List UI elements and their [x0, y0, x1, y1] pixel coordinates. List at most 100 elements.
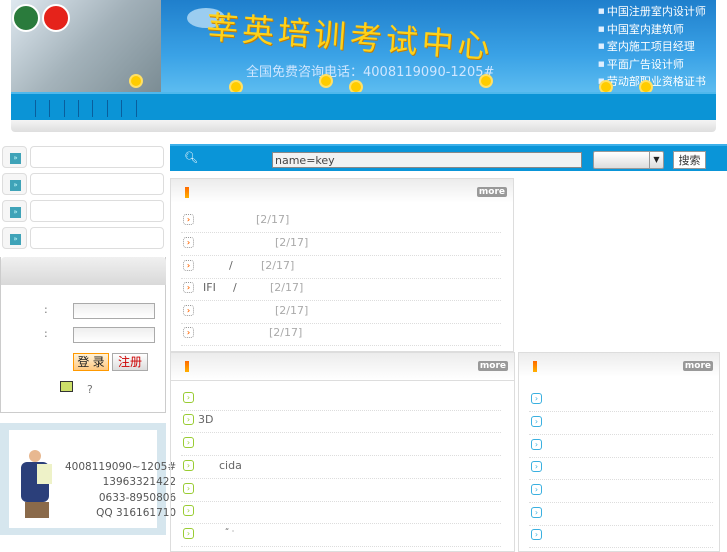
more-link[interactable]: more: [477, 361, 508, 371]
hotline: 全国免费咨询电话：4008119090-1205#: [246, 65, 495, 80]
password-input[interactable]: [73, 327, 155, 343]
arrow-icon: »: [10, 207, 21, 218]
flower-icon: [131, 76, 141, 86]
nav-bar: [11, 92, 716, 120]
forgot-password-link[interactable]: ?: [87, 383, 93, 396]
list-item[interactable]: › [2/17]: [181, 210, 501, 233]
list-item[interactable]: › IFI / [2/17]: [181, 278, 501, 301]
username-input[interactable]: [73, 303, 155, 319]
arrow-icon: ›: [531, 484, 542, 495]
middle-panel: more › › 3D › › cida › › › “ ·: [170, 352, 515, 552]
list-item[interactable]: › “ ·: [181, 524, 501, 547]
password-label: :: [44, 327, 48, 340]
businessman-image: [19, 450, 54, 520]
search-category-select[interactable]: ▼: [593, 151, 664, 169]
right-panel: more › › › › › › ›: [518, 352, 720, 552]
flower-icon: [321, 76, 331, 86]
contact-mobile: 13963321422: [102, 476, 177, 489]
arrow-icon: ›: [183, 282, 194, 293]
flower-icon: [481, 76, 491, 86]
arrow-icon: ›: [531, 461, 542, 472]
arrow-icon: ›: [183, 327, 194, 338]
envelope-icon[interactable]: [60, 381, 73, 392]
arrow-icon: ›: [531, 529, 542, 540]
arrow-icon: ›: [183, 260, 194, 271]
course-item[interactable]: 劳动部职业资格证书: [598, 73, 706, 91]
list-item[interactable]: › [2/17]: [181, 301, 501, 324]
list-item[interactable]: ›: [181, 501, 501, 524]
header-banner: 莘英培训考试中心 全国免费咨询电话：4008119090-1205# 中国注册室…: [11, 0, 716, 92]
contact-qq: QQ 316161710: [96, 506, 177, 519]
username-label: :: [44, 303, 48, 316]
flower-icon: [351, 82, 361, 92]
nav-separator: [107, 100, 108, 117]
list-item[interactable]: › [2/17]: [181, 233, 501, 256]
arrow-icon: »: [10, 180, 21, 191]
arrow-icon: ›: [183, 214, 194, 225]
arrow-icon: ›: [183, 414, 194, 425]
course-item[interactable]: 中国注册室内设计师: [598, 3, 706, 21]
register-button[interactable]: 注册: [112, 353, 148, 371]
news-panel: more › [2/17] › [2/17] › / [2/17] › IFI / [2/17…: [170, 178, 514, 352]
search-input[interactable]: [272, 152, 582, 168]
title-bar-icon: [185, 361, 189, 372]
arrow-icon: ›: [183, 305, 194, 316]
arrow-icon: ›: [183, 460, 194, 471]
course-item[interactable]: 中国室内建筑师: [598, 21, 706, 39]
chevron-down-icon: ▼: [649, 152, 663, 168]
nav-separator: [35, 100, 36, 117]
nav-separator: [136, 100, 137, 117]
arrow-icon: ›: [183, 505, 194, 516]
list-item[interactable]: ›: [529, 412, 713, 435]
arrow-icon: ›: [183, 392, 194, 403]
course-item[interactable]: 室内施工项目经理: [598, 38, 706, 56]
arrow-icon: ›: [183, 483, 194, 494]
course-list: 中国注册室内设计师 中国室内建筑师 室内施工项目经理 平面广告设计师 劳动部职业…: [598, 3, 706, 91]
contact-tel: 0633-8950806: [98, 491, 177, 504]
arrow-icon: ›: [531, 507, 542, 518]
list-item[interactable]: › [2/17]: [181, 323, 501, 346]
flower-icon: [601, 82, 611, 92]
course-item[interactable]: 平面广告设计师: [598, 56, 706, 74]
arrow-icon: »: [10, 234, 21, 245]
list-item[interactable]: ›: [181, 433, 501, 456]
arrow-icon: ›: [183, 237, 194, 248]
list-item[interactable]: ›: [529, 457, 713, 480]
title-bar-icon: [185, 187, 189, 198]
contact-phone: 4008119090~1205#: [65, 461, 177, 473]
nav-separator: [121, 100, 122, 117]
arrow-icon: ›: [183, 528, 194, 539]
nav-separator: [92, 100, 93, 117]
contact-box: 4008119090~1205# 13963321422 0633-895080…: [0, 423, 176, 535]
side-link[interactable]: »: [2, 200, 164, 222]
more-link[interactable]: more: [682, 361, 713, 371]
list-item[interactable]: ›: [181, 388, 501, 411]
header-strip: [11, 120, 716, 132]
list-item[interactable]: ›: [181, 479, 501, 502]
arrow-icon: ›: [531, 439, 542, 450]
flower-icon: [231, 82, 241, 92]
search-bar: 🔍︎ ▼ 搜索: [170, 144, 727, 171]
nav-separator: [78, 100, 79, 117]
more-link[interactable]: more: [476, 187, 507, 197]
flower-icon: [641, 82, 651, 92]
list-item[interactable]: › / [2/17]: [181, 256, 501, 279]
search-button[interactable]: 搜索: [673, 151, 706, 169]
logo-green-icon: [12, 4, 40, 32]
list-item[interactable]: ›: [529, 480, 713, 503]
site-title: 莘英培训考试中心: [204, 7, 495, 66]
login-header: [1, 257, 166, 285]
list-item[interactable]: ›: [529, 389, 713, 412]
magnifier-icon: 🔍︎: [184, 151, 198, 164]
list-item[interactable]: ›: [529, 503, 713, 526]
arrow-icon: ›: [531, 416, 542, 427]
side-link[interactable]: »: [2, 146, 164, 168]
side-link[interactable]: »: [2, 173, 164, 195]
side-link[interactable]: »: [2, 227, 164, 249]
list-item[interactable]: › 3D: [181, 410, 501, 433]
list-item[interactable]: › cida: [181, 456, 501, 479]
nav-separator: [49, 100, 50, 117]
list-item[interactable]: ›: [529, 435, 713, 458]
login-button[interactable]: 登 录: [73, 353, 109, 371]
logo-red-icon: [42, 4, 70, 32]
